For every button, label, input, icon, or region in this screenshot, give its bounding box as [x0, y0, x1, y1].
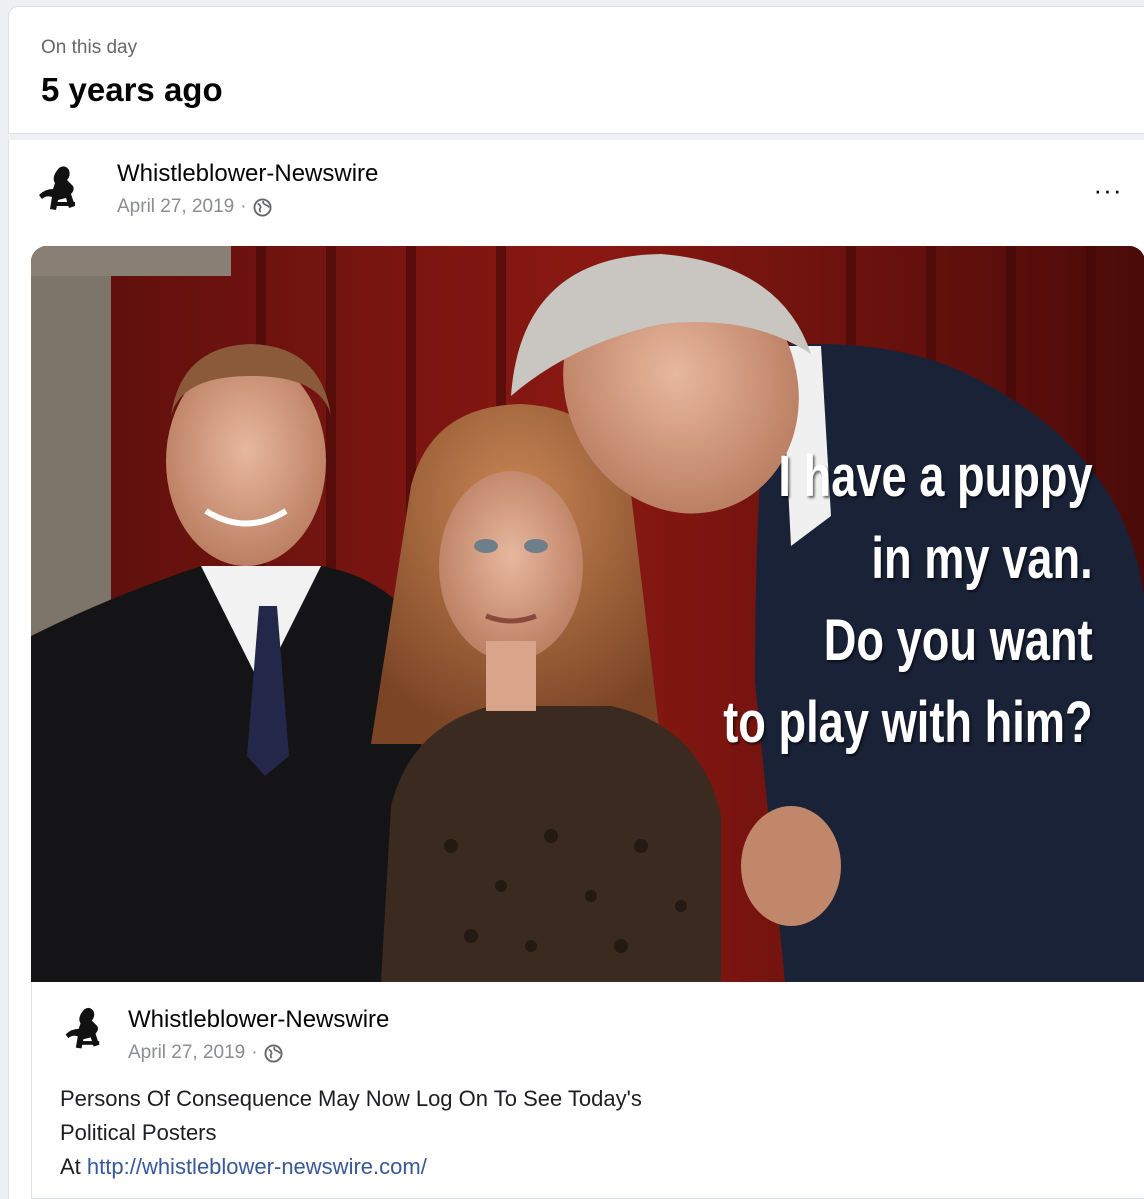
website-link[interactable]: http://whistleblower-newswire.com/: [87, 1154, 427, 1179]
post-date[interactable]: April 27, 2019: [117, 196, 234, 218]
post-text-line-3: At http://whistleblower-newswire.com/: [60, 1150, 642, 1184]
post-meta: April 27, 2019 ·: [117, 196, 272, 218]
post-text-line-1: Persons Of Consequence May Now Log On To…: [60, 1086, 642, 1111]
post-card: Whistleblower-Newswire April 27, 2019 · …: [8, 140, 1144, 1199]
link-prefix: At: [60, 1154, 87, 1179]
shared-post[interactable]: Whistleblower-Newswire April 27, 2019 · …: [31, 982, 1144, 1199]
author-avatar[interactable]: [33, 158, 93, 218]
globe-icon[interactable]: [253, 197, 272, 217]
shared-post-text: Persons Of Consequence May Now Log On To…: [60, 1082, 642, 1184]
caption-line-2: in my van.: [871, 526, 1093, 591]
shared-author-name[interactable]: Whistleblower-Newswire: [128, 1006, 389, 1034]
meta-separator: ·: [251, 1042, 258, 1063]
post-author-name[interactable]: Whistleblower-Newswire: [117, 160, 378, 188]
memories-title: 5 years ago: [41, 71, 223, 108]
post-text-line-2: Political Posters: [60, 1120, 217, 1145]
caption-line-4: to play with him?: [723, 690, 1093, 755]
post-photo[interactable]: I have a puppy in my van. Do you want to…: [31, 246, 1144, 982]
whistleblower-logo-icon: [34, 159, 92, 217]
whistleblower-logo-icon: [60, 1000, 116, 1056]
memories-header: On this day 5 years ago: [8, 6, 1144, 134]
shared-post-meta: April 27, 2019 ·: [128, 1042, 283, 1064]
caption-line-1: I have a puppy: [778, 444, 1093, 509]
memories-kicker: On this day: [41, 37, 138, 58]
globe-icon[interactable]: [264, 1043, 283, 1063]
shared-post-date[interactable]: April 27, 2019: [128, 1042, 245, 1064]
meta-separator: ·: [240, 196, 247, 217]
image-caption: I have a puppy in my van. Do you want to…: [724, 436, 1093, 764]
more-options-button[interactable]: ···: [1086, 170, 1130, 210]
caption-line-3: Do you want: [824, 608, 1093, 673]
shared-author-avatar[interactable]: [60, 1000, 116, 1056]
